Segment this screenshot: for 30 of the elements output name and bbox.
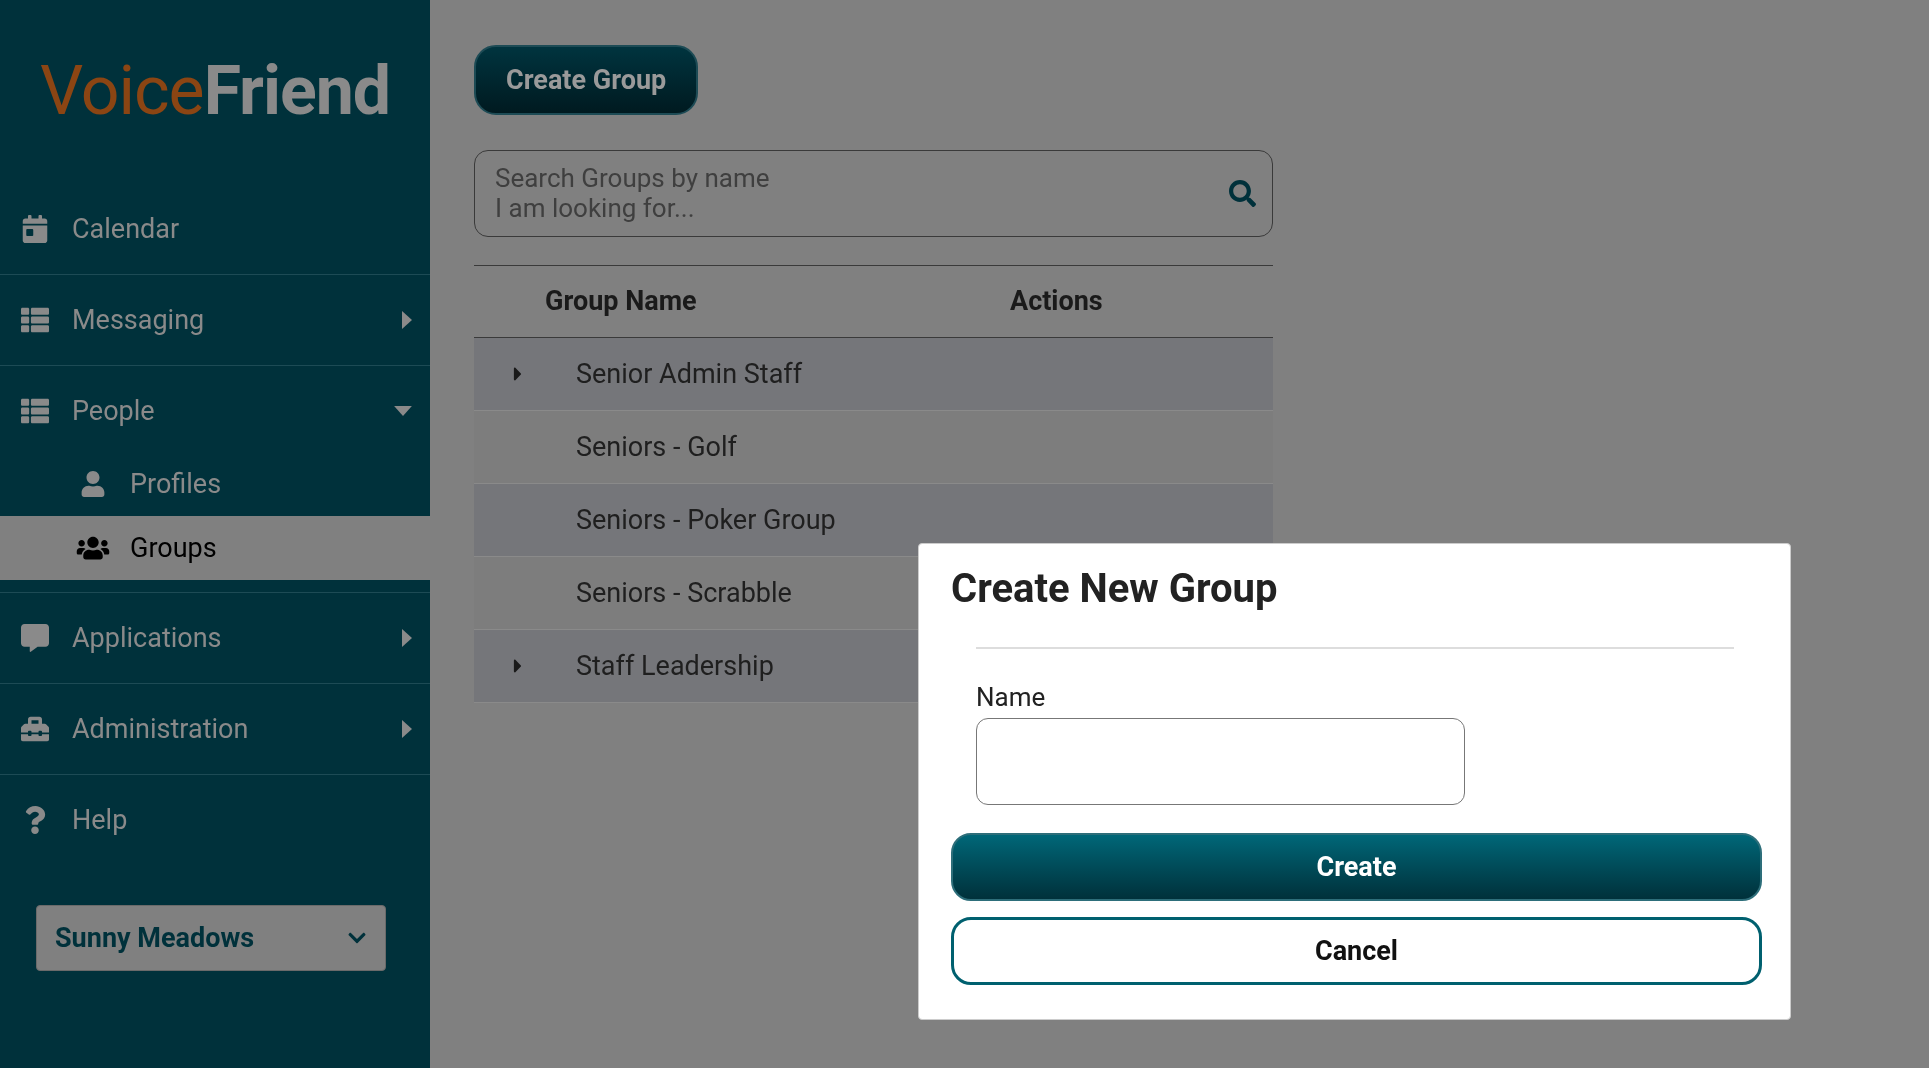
logo: VoiceFriend xyxy=(39,57,391,125)
search-icon[interactable] xyxy=(1229,180,1256,207)
people-icon xyxy=(76,535,110,561)
site-select[interactable]: Sunny Meadows xyxy=(36,905,386,971)
search-input[interactable]: Search Groups by name I am looking for... xyxy=(495,162,1229,225)
list-icon xyxy=(20,397,50,425)
sidebar-item[interactable]: Help xyxy=(0,775,430,865)
sidebar-subitem[interactable]: Groups xyxy=(0,516,430,580)
table-cell-text: Senior Admin Staff xyxy=(576,356,803,392)
toolbox-icon xyxy=(20,715,50,743)
name-field[interactable] xyxy=(976,718,1465,805)
table-cell-text: Seniors - Poker Group xyxy=(576,502,836,538)
table-cell-text: Seniors - Golf xyxy=(576,429,737,465)
create-button[interactable]: Create xyxy=(951,833,1762,901)
sidebar-item[interactable]: Applications xyxy=(0,593,430,683)
table-row[interactable]: Seniors - Poker Group xyxy=(474,484,1273,557)
create-group-button[interactable]: Create Group xyxy=(474,45,699,115)
list-icon xyxy=(20,306,50,334)
column-header: Actions xyxy=(1010,284,1103,320)
table-row[interactable]: Senior Admin Staff xyxy=(474,338,1273,411)
sidebar-item[interactable]: Administration xyxy=(0,684,430,774)
search-box[interactable]: Search Groups by name I am looking for... xyxy=(474,150,1273,237)
sidebar-item[interactable]: Calendar xyxy=(0,184,430,274)
table-cell-text: Staff Leadership xyxy=(576,648,774,684)
calendar-icon xyxy=(20,215,50,243)
cancel-button[interactable]: Cancel xyxy=(951,917,1762,985)
column-header: Group Name xyxy=(545,284,698,320)
table-cell-text: Seniors - Scrabble xyxy=(576,575,792,611)
speech-bubble-icon xyxy=(20,624,50,652)
sidebar-item[interactable]: Messaging xyxy=(0,275,430,365)
